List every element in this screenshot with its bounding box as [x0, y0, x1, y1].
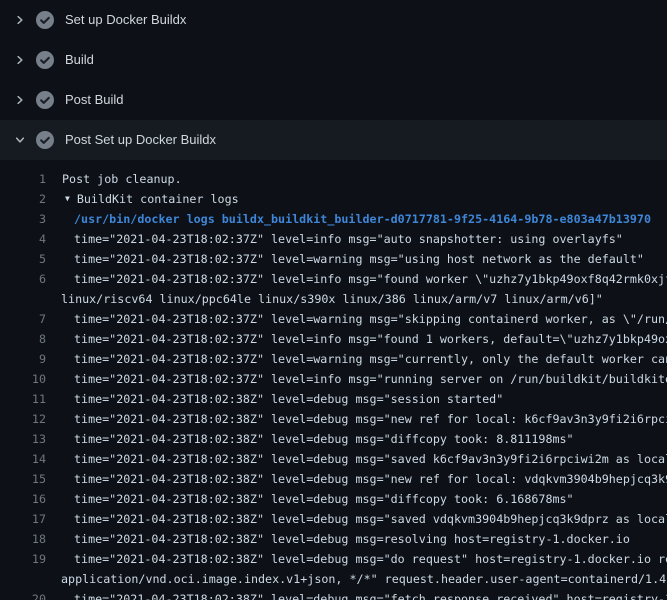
log-line: 5 time="2021-04-23T18:02:37Z" level=warn…: [0, 249, 667, 269]
log-line: 16 time="2021-04-23T18:02:38Z" level=deb…: [0, 489, 667, 509]
chevron-right-icon: [14, 14, 26, 26]
log-text: linux/riscv64 linux/ppc64le linux/s390x …: [46, 289, 603, 309]
log-line: 18 time="2021-04-23T18:02:38Z" level=deb…: [0, 529, 667, 549]
log-line: 11 time="2021-04-23T18:02:38Z" level=deb…: [0, 389, 667, 409]
line-number[interactable]: 9: [0, 349, 46, 369]
log-line: 15 time="2021-04-23T18:02:38Z" level=deb…: [0, 469, 667, 489]
group-caret-icon: ▼: [46, 189, 70, 209]
log-line: 3 /usr/bin/docker logs buildx_buildkit_b…: [0, 209, 667, 229]
line-number[interactable]: 19: [0, 549, 46, 569]
chevron-right-icon: [14, 54, 26, 66]
log-line: 13 time="2021-04-23T18:02:38Z" level=deb…: [0, 429, 667, 449]
log-line: 8 time="2021-04-23T18:02:37Z" level=info…: [0, 329, 667, 349]
log-text: time="2021-04-23T18:02:37Z" level=info m…: [46, 229, 623, 249]
log-text: time="2021-04-23T18:02:38Z" level=debug …: [46, 469, 667, 489]
step-label: Post Build: [65, 80, 124, 120]
step-label: Build: [65, 40, 94, 80]
command-text: /usr/bin/docker logs buildx_buildkit_bui…: [46, 209, 651, 229]
log-text: application/vnd.oci.image.index.v1+json,…: [46, 569, 666, 589]
log-text: time="2021-04-23T18:02:38Z" level=debug …: [46, 529, 630, 549]
step-header[interactable]: Set up Docker Buildx: [0, 0, 667, 40]
line-number[interactable]: 14: [0, 449, 46, 469]
step-list: Set up Docker Buildx Build Post Build Po…: [0, 0, 667, 160]
log-line: 1 Post job cleanup.: [0, 169, 667, 189]
line-number[interactable]: 16: [0, 489, 46, 509]
line-number[interactable]: 12: [0, 409, 46, 429]
log-text: time="2021-04-23T18:02:38Z" level=debug …: [46, 429, 574, 449]
log-line: linux/riscv64 linux/ppc64le linux/s390x …: [0, 289, 667, 309]
log-text: time="2021-04-23T18:02:38Z" level=debug …: [46, 589, 667, 600]
log-line: 12 time="2021-04-23T18:02:38Z" level=deb…: [0, 409, 667, 429]
line-number[interactable]: 4: [0, 229, 46, 249]
log-text: time="2021-04-23T18:02:37Z" level=warnin…: [46, 249, 644, 269]
log-line: 7 time="2021-04-23T18:02:37Z" level=warn…: [0, 309, 667, 329]
log-output: 1 Post job cleanup. 2 ▼ BuildKit contain…: [0, 160, 667, 600]
log-text: Post job cleanup.: [46, 169, 182, 189]
log-text: time="2021-04-23T18:02:37Z" level=info m…: [46, 369, 667, 389]
line-number[interactable]: 17: [0, 509, 46, 529]
log-text: time="2021-04-23T18:02:38Z" level=debug …: [46, 409, 667, 429]
line-number[interactable]: 20: [0, 589, 46, 600]
log-line: 4 time="2021-04-23T18:02:37Z" level=info…: [0, 229, 667, 249]
line-number[interactable]: 5: [0, 249, 46, 269]
log-text: time="2021-04-23T18:02:37Z" level=info m…: [46, 329, 667, 349]
log-line: 9 time="2021-04-23T18:02:37Z" level=warn…: [0, 349, 667, 369]
log-text: time="2021-04-23T18:02:37Z" level=warnin…: [46, 349, 667, 369]
log-text: time="2021-04-23T18:02:38Z" level=debug …: [46, 549, 667, 569]
log-line: 20 time="2021-04-23T18:02:38Z" level=deb…: [0, 589, 667, 600]
step-header[interactable]: Build: [0, 40, 667, 80]
line-number[interactable]: 15: [0, 469, 46, 489]
log-line: 10 time="2021-04-23T18:02:37Z" level=inf…: [0, 369, 667, 389]
step-label: Post Set up Docker Buildx: [65, 120, 216, 160]
log-text: time="2021-04-23T18:02:38Z" level=debug …: [46, 509, 667, 529]
log-group-toggle[interactable]: BuildKit container logs: [70, 189, 239, 209]
line-number[interactable]: 3: [0, 209, 46, 229]
line-number[interactable]: 18: [0, 529, 46, 549]
log-text: time="2021-04-23T18:02:38Z" level=debug …: [46, 489, 574, 509]
step-label: Set up Docker Buildx: [65, 0, 186, 40]
line-number[interactable]: 7: [0, 309, 46, 329]
step-header[interactable]: Post Build: [0, 80, 667, 120]
log-line: application/vnd.oci.image.index.v1+json,…: [0, 569, 667, 589]
line-number[interactable]: 6: [0, 269, 46, 289]
line-number[interactable]: [0, 289, 46, 309]
log-text: time="2021-04-23T18:02:37Z" level=info m…: [46, 269, 667, 289]
line-number[interactable]: 13: [0, 429, 46, 449]
check-circle-icon: [36, 91, 54, 109]
check-circle-icon: [36, 11, 54, 29]
line-number[interactable]: [0, 569, 46, 589]
line-number[interactable]: 10: [0, 369, 46, 389]
line-number[interactable]: 1: [0, 169, 46, 189]
log-line: 19 time="2021-04-23T18:02:38Z" level=deb…: [0, 549, 667, 569]
line-number[interactable]: 8: [0, 329, 46, 349]
log-line: 17 time="2021-04-23T18:02:38Z" level=deb…: [0, 509, 667, 529]
check-circle-icon: [36, 51, 54, 69]
log-text: time="2021-04-23T18:02:38Z" level=debug …: [46, 449, 667, 469]
log-line: 6 time="2021-04-23T18:02:37Z" level=info…: [0, 269, 667, 289]
log-line: 14 time="2021-04-23T18:02:38Z" level=deb…: [0, 449, 667, 469]
step-header[interactable]: Post Set up Docker Buildx: [0, 120, 667, 160]
chevron-right-icon: [14, 94, 26, 106]
check-circle-icon: [36, 131, 54, 149]
log-line: 2 ▼ BuildKit container logs: [0, 189, 667, 209]
log-text: time="2021-04-23T18:02:38Z" level=debug …: [46, 389, 503, 409]
chevron-down-icon: [14, 134, 26, 146]
line-number[interactable]: 11: [0, 389, 46, 409]
log-text: time="2021-04-23T18:02:37Z" level=warnin…: [46, 309, 667, 329]
actions-log-viewer: Set up Docker Buildx Build Post Build Po…: [0, 0, 667, 600]
line-number[interactable]: 2: [0, 189, 46, 209]
